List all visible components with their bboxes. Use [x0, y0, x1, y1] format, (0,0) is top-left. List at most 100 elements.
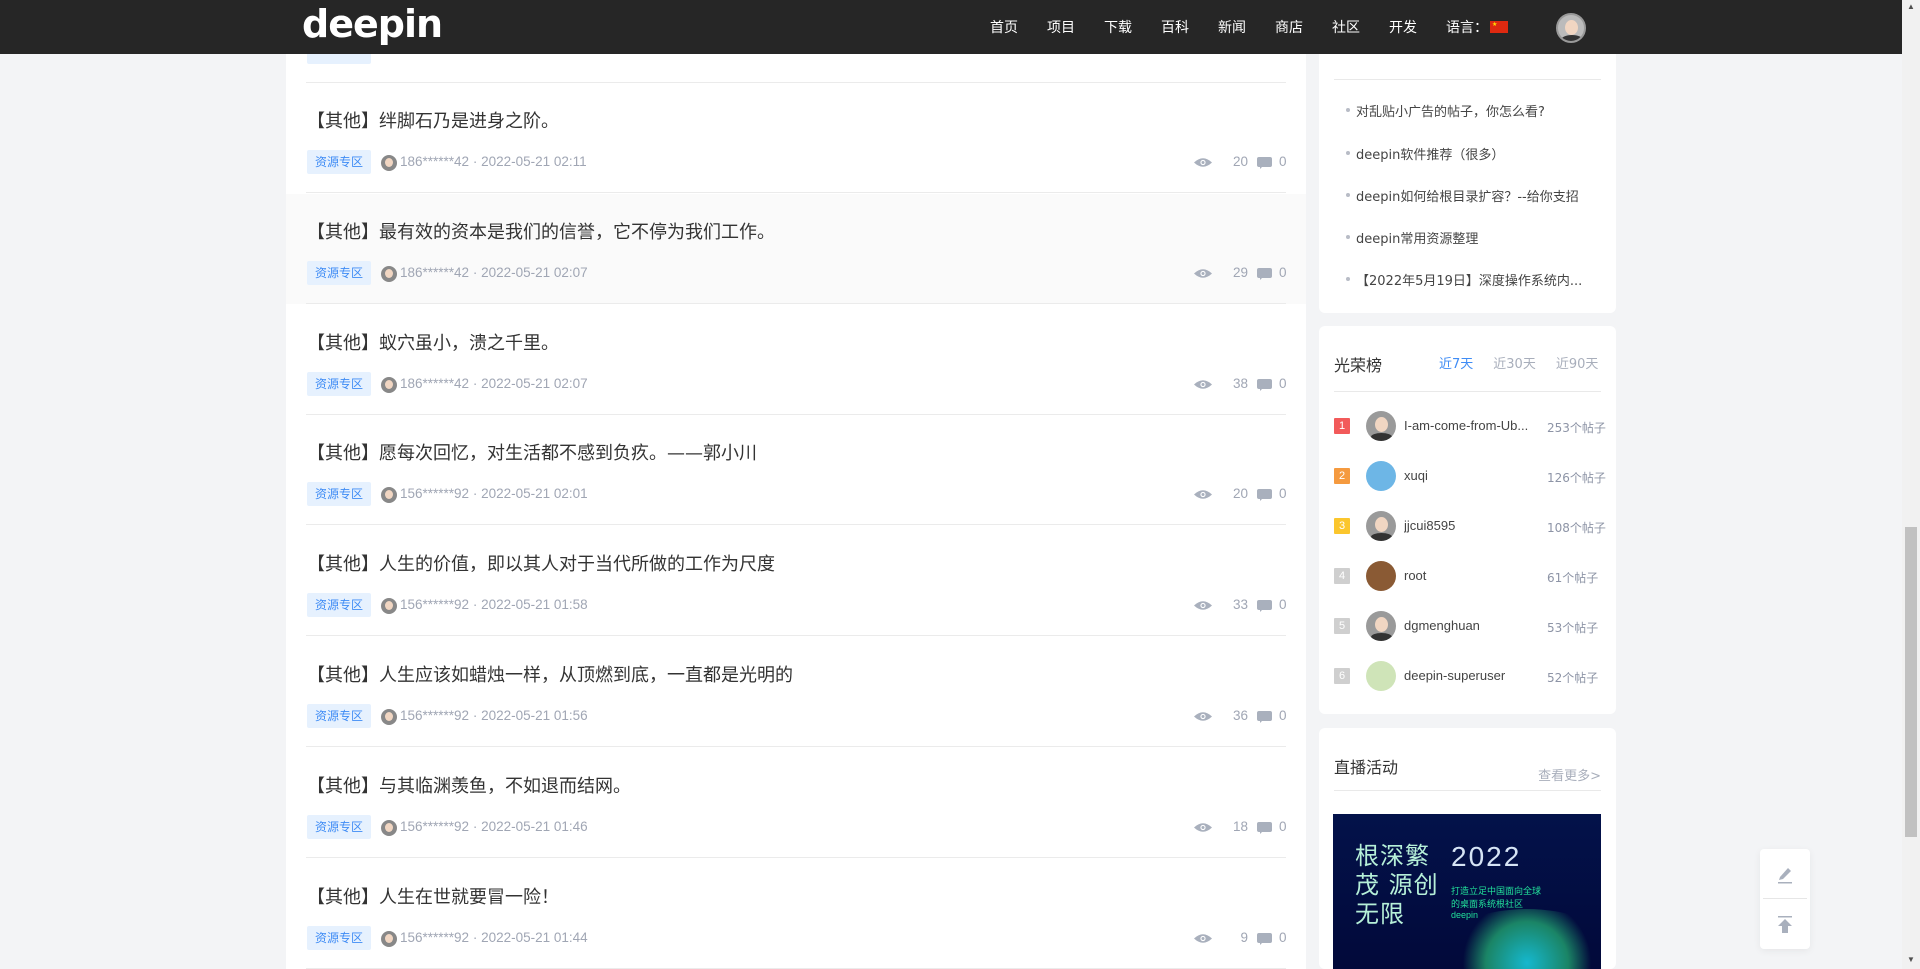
- scroll-up-arrow-icon[interactable]: ▲: [1907, 2, 1915, 11]
- post-author[interactable]: 186******42: [400, 376, 469, 391]
- post-time: 2022-05-21 01:44: [481, 930, 588, 945]
- recommend-item[interactable]: deepin常用资源整理: [1345, 228, 1478, 247]
- post-category-tag[interactable]: 资源专区: [307, 150, 371, 174]
- post-category-tag[interactable]: 资源专区: [307, 482, 371, 506]
- post-author[interactable]: 186******42: [400, 265, 469, 280]
- divider: [306, 746, 1286, 747]
- rank-badge: 2: [1334, 468, 1350, 484]
- post-title[interactable]: 【其他】人生的价值，即以其人对于当代所做的工作为尺度: [307, 550, 775, 576]
- author-avatar: [381, 931, 397, 947]
- eye-icon: [1194, 823, 1212, 832]
- page-scrollbar[interactable]: ▲ ▼: [1902, 0, 1920, 969]
- recommend-item[interactable]: deepin软件推荐（很多）: [1345, 144, 1504, 163]
- post-category-tag[interactable]: 资源专区: [307, 704, 371, 728]
- post-count: 253个帖子: [1547, 421, 1606, 435]
- user-avatar[interactable]: [1366, 511, 1396, 541]
- post-row[interactable]: 【其他】愿每次回忆，对生活都不感到负疚。——郭小川 资源专区 156******…: [286, 415, 1306, 525]
- post-title[interactable]: 【其他】绊脚石乃是进身之阶。: [307, 107, 559, 133]
- recommend-item[interactable]: 【2022年5月19日】深度操作系统内...: [1345, 270, 1582, 289]
- user-name[interactable]: I-am-come-from-Ub...: [1404, 418, 1544, 433]
- pencil-icon: [1778, 867, 1792, 883]
- nav-store[interactable]: 商店: [1275, 17, 1303, 37]
- post-count: 108个帖子: [1547, 521, 1606, 535]
- post-author[interactable]: 186******42: [400, 154, 469, 169]
- nav-wiki[interactable]: 百科: [1161, 17, 1189, 37]
- view-count: 9: [1240, 930, 1248, 945]
- write-post-button[interactable]: [1760, 849, 1810, 898]
- ranking-item[interactable]: 2 xuqi 126个帖子: [1334, 458, 1620, 494]
- post-count: 126个帖子: [1547, 471, 1606, 485]
- divider: [306, 192, 1286, 193]
- post-category-tag[interactable]: 资源专区: [307, 926, 371, 950]
- post-author[interactable]: 156******92: [400, 486, 469, 501]
- nav-develop[interactable]: 开发: [1389, 17, 1417, 37]
- nav-home[interactable]: 首页: [990, 17, 1018, 37]
- post-row[interactable]: 【其他】蚁穴虽小，溃之千里。 资源专区 186******42 · 2022-0…: [286, 305, 1306, 415]
- post-title[interactable]: 【其他】最有效的资本是我们的信誉，它不停为我们工作。: [307, 218, 775, 244]
- user-avatar[interactable]: [1366, 661, 1396, 691]
- deepin-logo[interactable]: deepin: [302, 2, 443, 46]
- post-row[interactable]: 【其他】最有效的资本是我们的信誉，它不停为我们工作。 资源专区 186*****…: [286, 194, 1306, 304]
- ranking-item[interactable]: 6 deepin-superuser 52个帖子: [1334, 658, 1620, 694]
- post-title[interactable]: 【其他】人生在世就要冒一险！: [307, 883, 559, 909]
- china-flag-icon: [1490, 21, 1508, 33]
- comment-icon: [1257, 600, 1272, 612]
- post-author[interactable]: 156******92: [400, 819, 469, 834]
- user-name[interactable]: root: [1404, 568, 1544, 583]
- user-avatar[interactable]: [1556, 13, 1586, 43]
- nav-community[interactable]: 社区: [1332, 17, 1360, 37]
- ranking-item[interactable]: 3 jjcui8595 108个帖子: [1334, 508, 1620, 544]
- nav-download[interactable]: 下载: [1104, 17, 1132, 37]
- post-category-tag[interactable]: 资源专区: [307, 261, 371, 285]
- eye-icon: [1194, 269, 1212, 278]
- ranking-item[interactable]: 4 root 61个帖子: [1334, 558, 1620, 594]
- user-name[interactable]: dgmenghuan: [1404, 618, 1544, 633]
- post-title[interactable]: 【其他】愿每次回忆，对生活都不感到负疚。——郭小川: [307, 439, 757, 465]
- ranking-item[interactable]: 5 dgmenghuan 53个帖子: [1334, 608, 1620, 644]
- tab-7-days[interactable]: 近7天: [1439, 353, 1473, 372]
- post-title[interactable]: 【其他】人生应该如蜡烛一样，从顶燃到底，一直都是光明的: [307, 661, 793, 687]
- floating-actions: [1760, 849, 1810, 949]
- divider: [1334, 790, 1601, 791]
- user-avatar[interactable]: [1366, 561, 1396, 591]
- nav-projects[interactable]: 项目: [1047, 17, 1075, 37]
- post-meta: 156******92 · 2022-05-21 02:01: [400, 486, 588, 501]
- post-author[interactable]: 156******92: [400, 597, 469, 612]
- arrow-up-to-top-icon: [1778, 915, 1792, 933]
- scroll-down-arrow-icon[interactable]: ▼: [1907, 955, 1915, 964]
- language-selector[interactable]: 语言：: [1446, 17, 1508, 37]
- post-row[interactable]: 【其他】人生应该如蜡烛一样，从顶燃到底，一直都是光明的 资源专区 156****…: [286, 637, 1306, 747]
- post-author[interactable]: 156******92: [400, 930, 469, 945]
- user-avatar[interactable]: [1366, 461, 1396, 491]
- post-category-tag[interactable]: 资源专区: [307, 372, 371, 396]
- scrollbar-thumb[interactable]: [1905, 527, 1917, 837]
- banner-year: 2022: [1451, 841, 1522, 872]
- post-row[interactable]: 【其他】人生的价值，即以其人对于当代所做的工作为尺度 资源专区 156*****…: [286, 526, 1306, 636]
- post-category-tag[interactable]: 资源专区: [307, 815, 371, 839]
- eye-icon: [1194, 380, 1212, 389]
- live-banner-image[interactable]: 根深繁茂 源创无限 2022 打造立足中国面向全球的桌面系统根社区 deepin: [1333, 814, 1601, 969]
- user-avatar[interactable]: [1366, 411, 1396, 441]
- tab-30-days[interactable]: 近30天: [1493, 353, 1536, 372]
- post-title[interactable]: 【其他】蚁穴虽小，溃之千里。: [307, 329, 559, 355]
- user-name[interactable]: xuqi: [1404, 468, 1544, 483]
- back-to-top-button[interactable]: [1760, 900, 1810, 949]
- post-title[interactable]: 【其他】与其临渊羡鱼，不如退而结网。: [307, 772, 631, 798]
- view-count: 36: [1232, 708, 1248, 723]
- user-avatar[interactable]: [1366, 611, 1396, 641]
- post-category-tag[interactable]: 资源专区: [307, 593, 371, 617]
- tab-90-days[interactable]: 近90天: [1556, 353, 1599, 372]
- rank-badge: 1: [1334, 418, 1350, 434]
- ranking-item[interactable]: 1 I-am-come-from-Ub... 253个帖子: [1334, 408, 1620, 444]
- user-name[interactable]: jjcui8595: [1404, 518, 1544, 533]
- post-row[interactable]: 【其他】与其临渊羡鱼，不如退而结网。 资源专区 156******92 · 20…: [286, 748, 1306, 858]
- recommend-item[interactable]: deepin如何给根目录扩容？--给你支招: [1346, 186, 1579, 205]
- post-row[interactable]: 【其他】绊脚石乃是进身之阶。 资源专区 186******42 · 2022-0…: [286, 83, 1306, 193]
- nav-news[interactable]: 新闻: [1218, 17, 1246, 37]
- view-more-link[interactable]: 查看更多>: [1538, 765, 1601, 784]
- post-row[interactable]: 【其他】人生在世就要冒一险！ 资源专区 156******92 · 2022-0…: [286, 859, 1306, 969]
- author-avatar: [381, 377, 397, 393]
- post-author[interactable]: 156******92: [400, 708, 469, 723]
- recommend-item[interactable]: 对乱贴小广告的帖子，你怎么看?: [1346, 101, 1545, 120]
- user-name[interactable]: deepin-superuser: [1404, 668, 1544, 683]
